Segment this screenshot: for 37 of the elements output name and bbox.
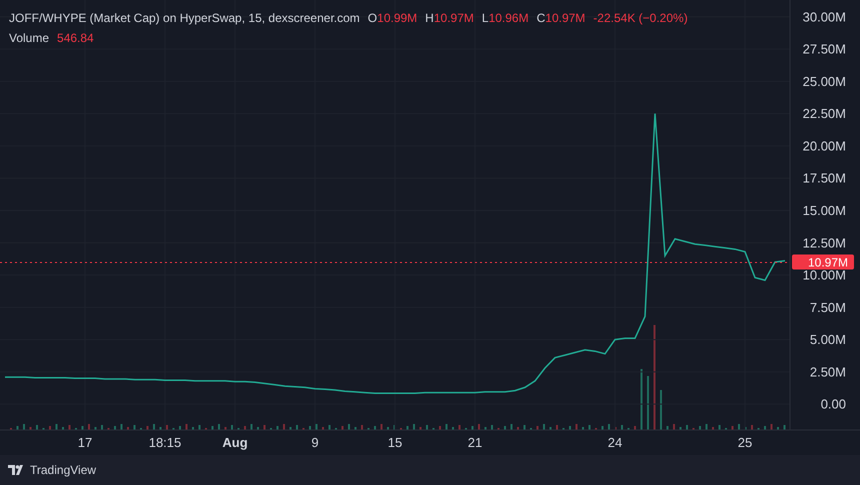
y-axis-label: 12.50M xyxy=(802,235,846,250)
current-price-badge: 10.97M xyxy=(792,254,854,270)
logo-icon xyxy=(8,465,26,475)
x-axis-label: 21 xyxy=(468,435,482,450)
y-axis-label: 30.00M xyxy=(802,9,846,24)
ohlc-value: 10.99M xyxy=(377,10,418,26)
y-axis-label: 10.00M xyxy=(802,268,846,283)
ref-line-label: 10.97M xyxy=(808,256,848,270)
y-axis-label: 17.50M xyxy=(802,170,846,186)
x-axis-label: 9 xyxy=(311,435,319,450)
volume-label: Volume xyxy=(9,30,50,46)
x-axis-label: 18:15 xyxy=(148,435,182,450)
ohlc-label: O xyxy=(368,10,378,26)
ohlc-value: 10.96M xyxy=(488,10,529,26)
y-axis-label: 20.00M xyxy=(802,138,846,154)
brand-name: TradingView xyxy=(30,462,96,479)
chart-title: JOFF/WHYPE (Market Cap) on HyperSwap, 15, dexscreener.com xyxy=(9,10,360,26)
y-axis-label: 0.00 xyxy=(820,396,846,412)
x-axis-label: 17 xyxy=(78,435,92,450)
y-axis-label: 7.50M xyxy=(810,300,846,315)
y-axis-label: 15.00M xyxy=(802,202,846,218)
y-axis-label: 2.50M xyxy=(810,364,846,380)
ohlc-value: 10.97M xyxy=(545,10,586,26)
y-axis-label: 25.00M xyxy=(802,74,846,89)
y-axis-label: 27.50M xyxy=(802,42,846,57)
y-axis-label: 5.00M xyxy=(810,332,846,348)
price-change: -22.54K (−0.20%) xyxy=(593,10,688,26)
volume-value: 546.84 xyxy=(57,30,94,46)
ohlc-label: H xyxy=(425,10,434,26)
x-axis-label: Aug xyxy=(222,435,248,450)
ohlc-label: C xyxy=(536,10,546,26)
x-axis-label: 25 xyxy=(738,435,752,450)
x-axis-label: 15 xyxy=(388,435,402,450)
y-axis-label: 22.50M xyxy=(802,106,846,122)
x-axis-label: 24 xyxy=(608,435,622,450)
ohlc-value: 10.97M xyxy=(434,10,474,26)
ohlc-label: L xyxy=(482,10,489,26)
